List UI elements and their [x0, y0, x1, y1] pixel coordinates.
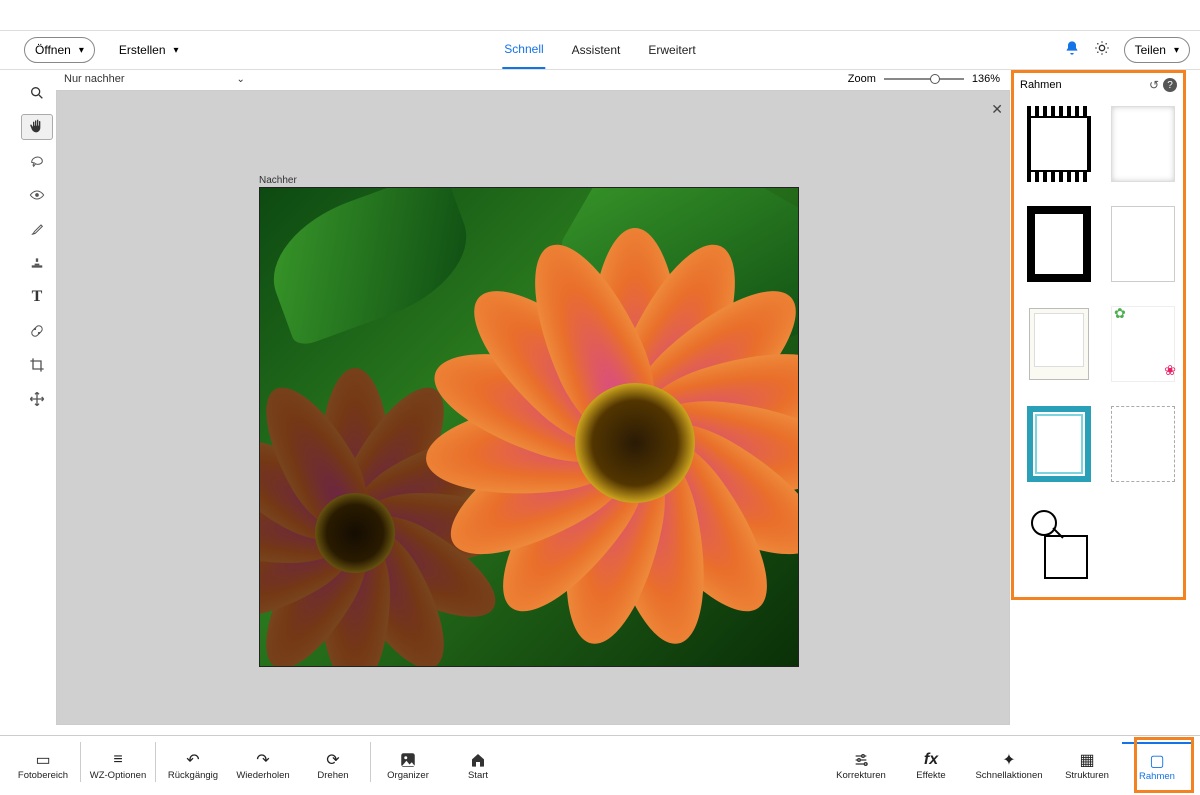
- schnellaktionen-button[interactable]: ✦Schnellaktionen: [966, 742, 1052, 790]
- stamp-tool-icon[interactable]: [21, 250, 53, 276]
- undo-label: Rückgängig: [168, 770, 218, 781]
- strukturen-button[interactable]: ▦Strukturen: [1052, 742, 1122, 790]
- lasso-tool-icon[interactable]: [21, 148, 53, 174]
- crop-tool-icon[interactable]: [21, 352, 53, 378]
- frame-thin[interactable]: [1108, 203, 1178, 285]
- home-icon: [470, 750, 486, 770]
- sparkle-icon: ✦: [1002, 750, 1015, 770]
- redo-button[interactable]: ↷Wiederholen: [228, 742, 298, 790]
- effekte-button[interactable]: fxEffekte: [896, 742, 966, 790]
- tab-assistent[interactable]: Assistent: [570, 31, 623, 69]
- wz-optionen-button[interactable]: ≡WZ-Optionen: [83, 742, 153, 790]
- korrekturen-button[interactable]: Korrekturen: [826, 742, 896, 790]
- frame-teal[interactable]: [1024, 403, 1094, 485]
- rotate-icon: ⟳: [326, 750, 339, 770]
- korrekturen-label: Korrekturen: [836, 770, 886, 781]
- redo-icon: ↷: [256, 750, 269, 770]
- frame-polaroid[interactable]: [1024, 303, 1094, 385]
- texture-icon: ▦: [1079, 750, 1094, 770]
- frames-panel: Rahmen ↺ ?: [1011, 70, 1186, 600]
- organizer-button[interactable]: Organizer: [373, 742, 443, 790]
- create-menu[interactable]: Erstellen ▾: [119, 43, 179, 57]
- rotate-label: Drehen: [317, 770, 348, 781]
- undo-button[interactable]: ↶Rückgängig: [158, 742, 228, 790]
- image-preview[interactable]: [259, 187, 799, 667]
- zoom-thumb[interactable]: [930, 74, 940, 84]
- rahmen-highlight-box: [1134, 737, 1194, 793]
- organizer-label: Organizer: [387, 770, 429, 781]
- frame-black[interactable]: [1024, 203, 1094, 285]
- strukturen-label: Strukturen: [1065, 770, 1109, 781]
- tab-erweitert[interactable]: Erweitert: [646, 31, 697, 69]
- start-button[interactable]: Start: [443, 742, 513, 790]
- effekte-label: Effekte: [916, 770, 945, 781]
- undo-icon: ↶: [186, 750, 199, 770]
- hand-tool-icon[interactable]: [21, 114, 53, 140]
- fotobereich-button[interactable]: ▭Fotobereich: [8, 742, 78, 790]
- zoom-value: 136%: [972, 73, 1000, 85]
- chevron-down-icon: ▾: [79, 45, 84, 56]
- chevron-down-icon: ▾: [1174, 45, 1179, 56]
- share-button[interactable]: Teilen ▾: [1124, 37, 1190, 63]
- brush-tool-icon[interactable]: [21, 216, 53, 242]
- organizer-icon: [399, 750, 417, 770]
- rotate-button[interactable]: ⟳Drehen: [298, 742, 368, 790]
- frame-paper[interactable]: [1108, 103, 1178, 185]
- view-mode-label[interactable]: Nur nachher: [64, 73, 125, 85]
- tool-options-icon: ≡: [113, 750, 122, 770]
- reset-icon[interactable]: ↺: [1149, 78, 1159, 92]
- move-tool-icon[interactable]: [21, 386, 53, 412]
- chevron-down-icon: ▾: [174, 45, 179, 56]
- frame-floral[interactable]: [1108, 303, 1178, 385]
- fx-icon: fx: [924, 750, 938, 770]
- open-label: Öffnen: [35, 43, 71, 57]
- canvas-area[interactable]: ✕ Nachher: [56, 90, 1010, 725]
- heal-tool-icon[interactable]: [21, 318, 53, 344]
- zoom-tool-icon[interactable]: [21, 80, 53, 106]
- start-label: Start: [468, 770, 488, 781]
- photo-bin-icon: ▭: [35, 750, 50, 770]
- redeye-tool-icon[interactable]: [21, 182, 53, 208]
- share-label: Teilen: [1135, 43, 1166, 57]
- wzoptionen-label: WZ-Optionen: [90, 770, 147, 781]
- schnellaktionen-label: Schnellaktionen: [975, 770, 1042, 781]
- bell-icon[interactable]: [1064, 40, 1080, 61]
- adjust-icon: [853, 750, 869, 770]
- close-icon[interactable]: ✕: [991, 101, 1003, 118]
- open-button[interactable]: Öffnen ▾: [24, 37, 95, 63]
- after-label: Nachher: [259, 175, 297, 186]
- frame-magnifier[interactable]: [1024, 503, 1094, 585]
- frame-stamp[interactable]: [1108, 403, 1178, 485]
- frame-filmstrip[interactable]: [1024, 103, 1094, 185]
- help-icon[interactable]: ?: [1163, 78, 1177, 92]
- zoom-slider[interactable]: [884, 78, 964, 80]
- fotobereich-label: Fotobereich: [18, 770, 68, 781]
- chevron-down-icon[interactable]: ⌄: [237, 74, 245, 85]
- panel-title: Rahmen: [1020, 79, 1062, 91]
- brightness-icon[interactable]: [1094, 40, 1110, 61]
- tab-schnell[interactable]: Schnell: [502, 31, 545, 69]
- create-label: Erstellen: [119, 43, 166, 57]
- zoom-label: Zoom: [848, 73, 876, 85]
- text-tool-icon[interactable]: T: [21, 284, 53, 310]
- redo-label: Wiederholen: [236, 770, 289, 781]
